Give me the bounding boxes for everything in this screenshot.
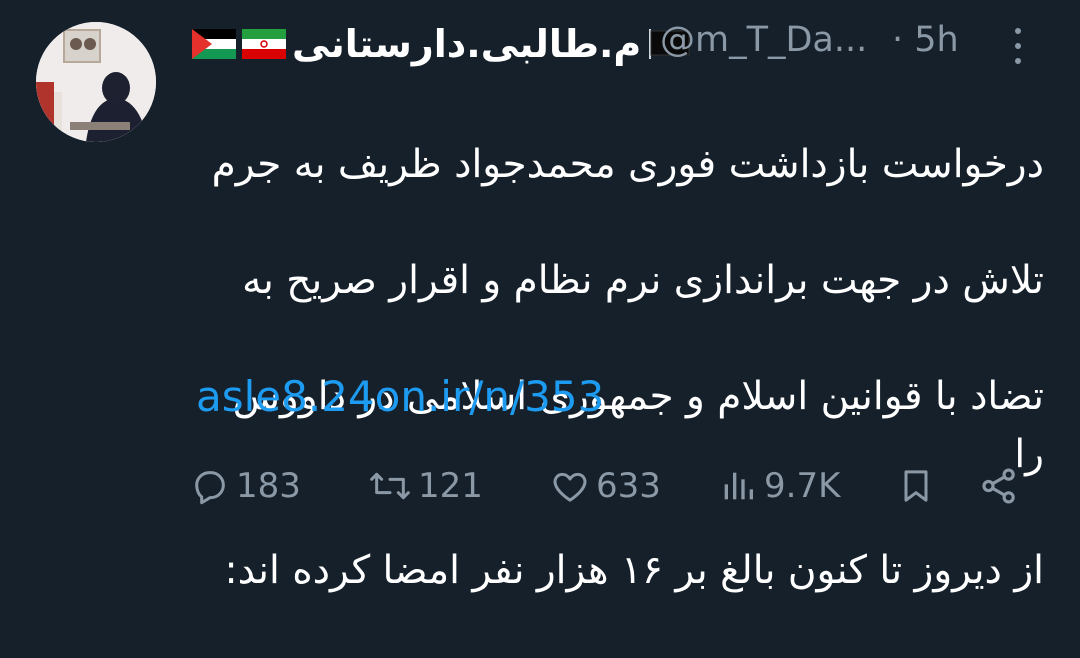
tweet-timestamp[interactable]: · 5h [892,20,959,60]
reply-button[interactable]: 183 [190,458,301,514]
share-icon [982,468,1015,504]
bookmark-button[interactable] [896,458,936,514]
tweet-text-line: درخواست بازداشت فوری محمدجواد ظریف به جر… [211,142,1044,187]
retweet-icon [370,472,410,500]
author-display-name[interactable]: م.طالبی.دارستانی [292,22,641,66]
views-count: 9.7K [764,466,841,506]
palestine-flag-icon [192,29,236,59]
reply-icon [195,471,225,505]
retweet-button[interactable]: 121 [368,458,483,514]
iran-flag-icon [242,29,286,59]
tweet-text-line: از دیروز تا کنون بالغ بر ۱۶ هزار نفر امض… [224,548,1044,593]
like-count: 633 [596,466,661,506]
avatar-image [36,22,156,142]
more-options-icon[interactable] [1008,24,1028,68]
like-button[interactable]: 633 [550,458,661,514]
tweet-actions: 183 121 633 9.7K [0,458,1080,514]
avatar[interactable] [36,22,156,142]
views-button[interactable]: 9.7K [718,458,840,514]
views-icon [724,472,753,500]
author-name-row[interactable]: م.طالبی.دارستانی [192,16,690,72]
share-button[interactable] [978,458,1020,514]
tweet-text: درخواست بازداشت فوری محمدجواد ظریف به جر… [192,78,1044,658]
author-handle[interactable]: @m_T_Da... [660,20,867,60]
reply-count: 183 [236,466,301,506]
heart-icon [553,472,587,502]
retweet-count: 121 [418,466,483,506]
tweet-link[interactable]: asle8.24on.ir/n/353 [196,372,604,421]
bookmark-icon [904,470,928,502]
tweet-text-line: تلاش در جهت براندازی نرم نظام و اقرار صر… [242,258,1044,303]
